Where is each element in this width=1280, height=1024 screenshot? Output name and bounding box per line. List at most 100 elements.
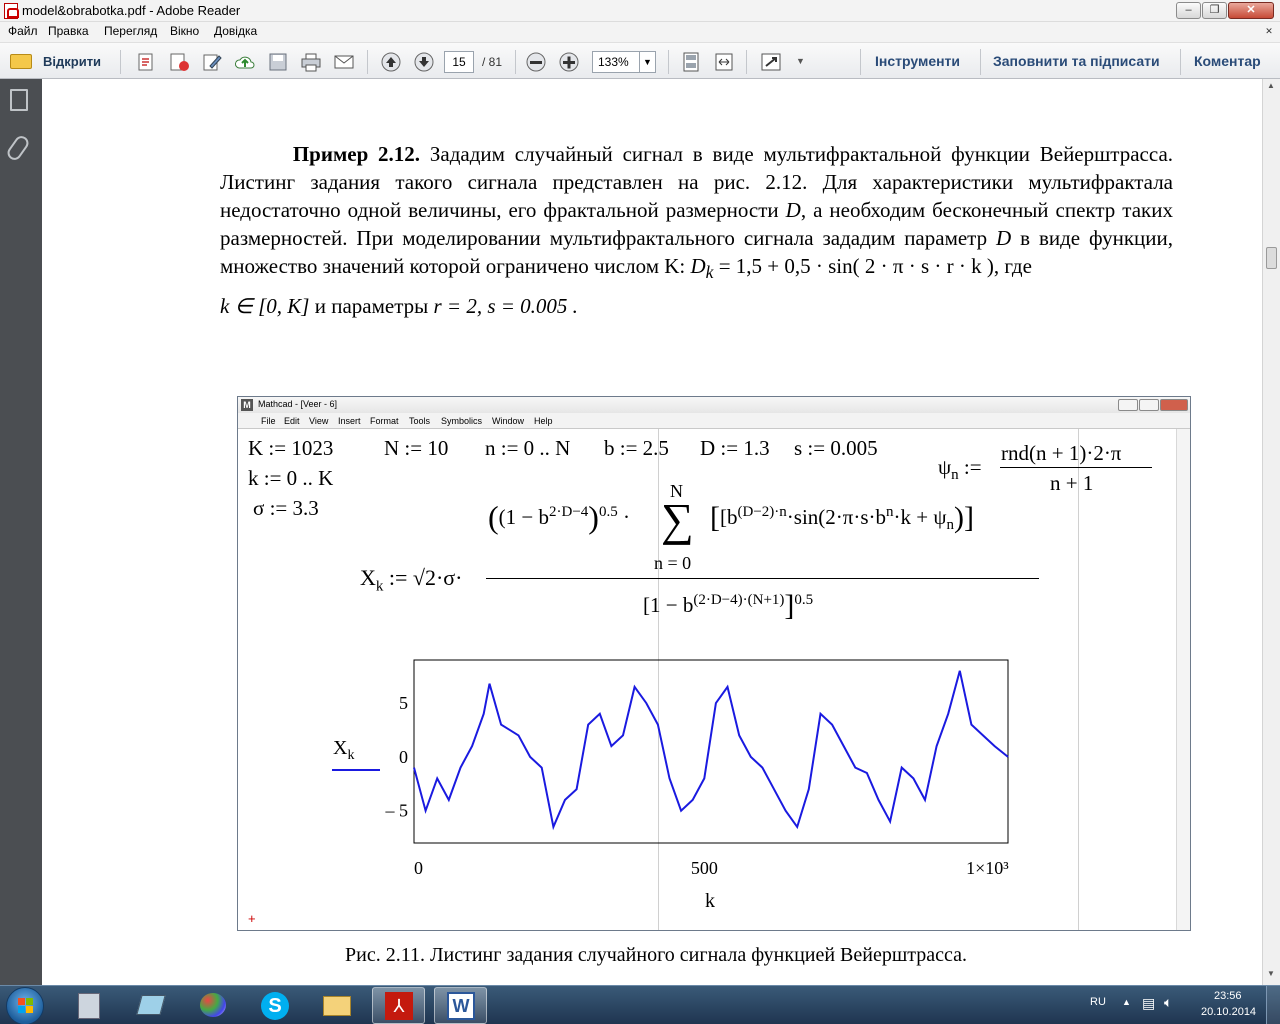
menu-view[interactable]: Перегляд — [104, 24, 157, 38]
volume-icon[interactable]: 🔈︎ — [1164, 994, 1172, 1011]
next-page-icon[interactable] — [413, 52, 435, 72]
zoom-in-icon[interactable] — [558, 52, 580, 72]
clock-time[interactable]: 23:56 — [1214, 990, 1242, 1002]
close-button[interactable]: ✕ — [1228, 2, 1274, 19]
page-total: / 81 — [482, 55, 503, 69]
mathcad-scrollbar — [1176, 429, 1190, 930]
notes-icon[interactable] — [124, 987, 177, 1024]
scroll-down-icon[interactable]: ▼ — [1267, 969, 1275, 978]
adobe-reader-icon — [4, 3, 19, 19]
email-icon[interactable] — [333, 52, 355, 72]
file-explorer-icon[interactable] — [310, 987, 363, 1024]
minimize-button[interactable]: – — [1176, 2, 1201, 19]
xk-line-chart: 5 0 – 5 0 500 1×10³ k — [385, 659, 1009, 912]
mathcad-menu-format: Format — [370, 416, 399, 426]
toolbar-separator — [980, 49, 981, 75]
formula-where: , где — [993, 254, 1032, 278]
mathcad-menu-file: File — [261, 416, 276, 426]
language-indicator[interactable]: RU — [1090, 996, 1106, 1008]
scrollbar-thumb[interactable] — [1266, 247, 1277, 269]
tools-link[interactable]: Інструменти — [875, 53, 960, 69]
previous-page-icon[interactable] — [380, 52, 402, 72]
def-sigma: σ := 3.3 — [253, 496, 319, 520]
plot-legend-line — [332, 769, 380, 771]
xk-lhs: Xk := √2·σ· — [360, 565, 463, 595]
print-icon[interactable] — [300, 52, 322, 72]
fill-and-sign-link[interactable]: Заповнити та підписати — [993, 53, 1160, 69]
menu-file[interactable]: Файл — [8, 24, 38, 38]
k-range: k ∈ [0, K] — [220, 294, 310, 319]
adobe-reader-taskbar-icon[interactable]: ⅄ — [372, 987, 425, 1024]
series-line — [413, 670, 1009, 831]
attachments-icon[interactable] — [4, 133, 32, 163]
def-N: N := 10 — [384, 436, 449, 460]
toolbar-separator — [860, 49, 861, 75]
maximize-button[interactable]: ❐ — [1202, 2, 1227, 19]
plot-legend-label: Xk — [333, 737, 355, 763]
psi-fraction-bar — [1000, 467, 1152, 468]
mathcad-menu-tools: Tools — [409, 416, 431, 426]
params-text: и параметры — [309, 294, 434, 319]
xk-fraction-bar — [486, 578, 1039, 579]
mathcad-menu-help: Help — [534, 416, 553, 426]
comment-link[interactable]: Коментар — [1194, 53, 1261, 69]
formula-Dk: D — [690, 254, 706, 278]
def-K: K := 1023 — [248, 436, 334, 460]
save-icon[interactable] — [267, 52, 289, 72]
dimension-D: D — [785, 198, 801, 222]
menu-bar: Файл Правка Перегляд Вікно Довідка ✕ — [0, 22, 1280, 42]
fit-width-icon[interactable] — [713, 52, 735, 72]
plot-frame — [413, 659, 1009, 844]
page-scrollbar[interactable]: ▲ ▼ — [1262, 79, 1280, 985]
folder-icon — [10, 54, 32, 69]
zoom-select[interactable]: 133% ▼ — [592, 51, 656, 73]
fit-page-icon[interactable] — [680, 52, 702, 72]
menu-window[interactable]: Вікно — [170, 24, 199, 38]
mathcad-menu-window: Window — [492, 416, 525, 426]
create-pdf-icon[interactable] — [135, 52, 157, 72]
taskbar: S ⅄ W RU ▲ ▤ 🔈︎ 23:56 20.10.2014 — [0, 985, 1280, 1024]
edit-pdf-icon[interactable] — [201, 52, 223, 72]
show-hidden-icons-icon[interactable]: ▲ — [1122, 997, 1131, 1007]
scroll-up-icon[interactable]: ▲ — [1267, 81, 1275, 90]
psi-numerator: rnd(n + 1)·2·π — [1001, 441, 1122, 465]
psi-lhs: ψn := — [938, 455, 982, 484]
upload-cloud-icon[interactable] — [234, 52, 256, 72]
mathcad-minimize-button — [1118, 399, 1138, 411]
psi-denominator: n + 1 — [1050, 471, 1094, 495]
cursor-crosshair-icon: + — [248, 911, 256, 926]
params-values: r = 2, s = 0.005 . — [433, 294, 578, 319]
full-screen-icon[interactable] — [760, 52, 782, 72]
mathcad-maximize-button — [1139, 399, 1159, 411]
clock-date[interactable]: 20.10.2014 — [1201, 1006, 1256, 1018]
window-titlebar: model&obrabotka.pdf - Adobe Reader – ❐ ✕ — [0, 0, 1280, 22]
def-b: b := 2.5 — [604, 436, 669, 460]
skype-icon[interactable]: S — [248, 987, 301, 1024]
x-axis-label: k — [705, 890, 715, 912]
show-desktop-button[interactable] — [1266, 986, 1280, 1024]
page-number-input[interactable]: 15 — [444, 51, 474, 73]
network-icon[interactable]: ▤ — [1142, 995, 1155, 1012]
toolbar-separator — [1180, 49, 1181, 75]
word-icon[interactable]: W — [434, 987, 487, 1024]
numerator-left: ((1 − b2·D−4)0.5 · — [488, 499, 630, 535]
toolbar-overflow-chevron-icon[interactable]: ▼ — [796, 56, 805, 66]
zoom-out-icon[interactable] — [525, 52, 547, 72]
x-tick-label: 1×10³ — [966, 858, 1009, 878]
paint-icon[interactable] — [186, 987, 239, 1024]
page-thumbnails-icon[interactable] — [10, 89, 28, 111]
close-document-icon[interactable]: ✕ — [1262, 26, 1276, 39]
calculator-icon[interactable] — [62, 987, 115, 1024]
menu-help[interactable]: Довідка — [214, 24, 257, 38]
mathcad-menu-insert: Insert — [338, 416, 361, 426]
open-label: Відкрити — [43, 54, 102, 69]
mathcad-titlebar: M Mathcad - [Veer - 6] — [238, 397, 1190, 413]
y-tick-label: 5 — [399, 693, 408, 713]
toolbar-separator — [367, 50, 368, 74]
menu-edit[interactable]: Правка — [48, 24, 89, 38]
mathcad-menu-edit: Edit — [284, 416, 300, 426]
export-pdf-icon[interactable] — [168, 52, 190, 72]
def-k: k := 0 .. K — [248, 466, 334, 490]
start-button[interactable] — [6, 987, 44, 1024]
toolbar-separator — [746, 50, 747, 74]
